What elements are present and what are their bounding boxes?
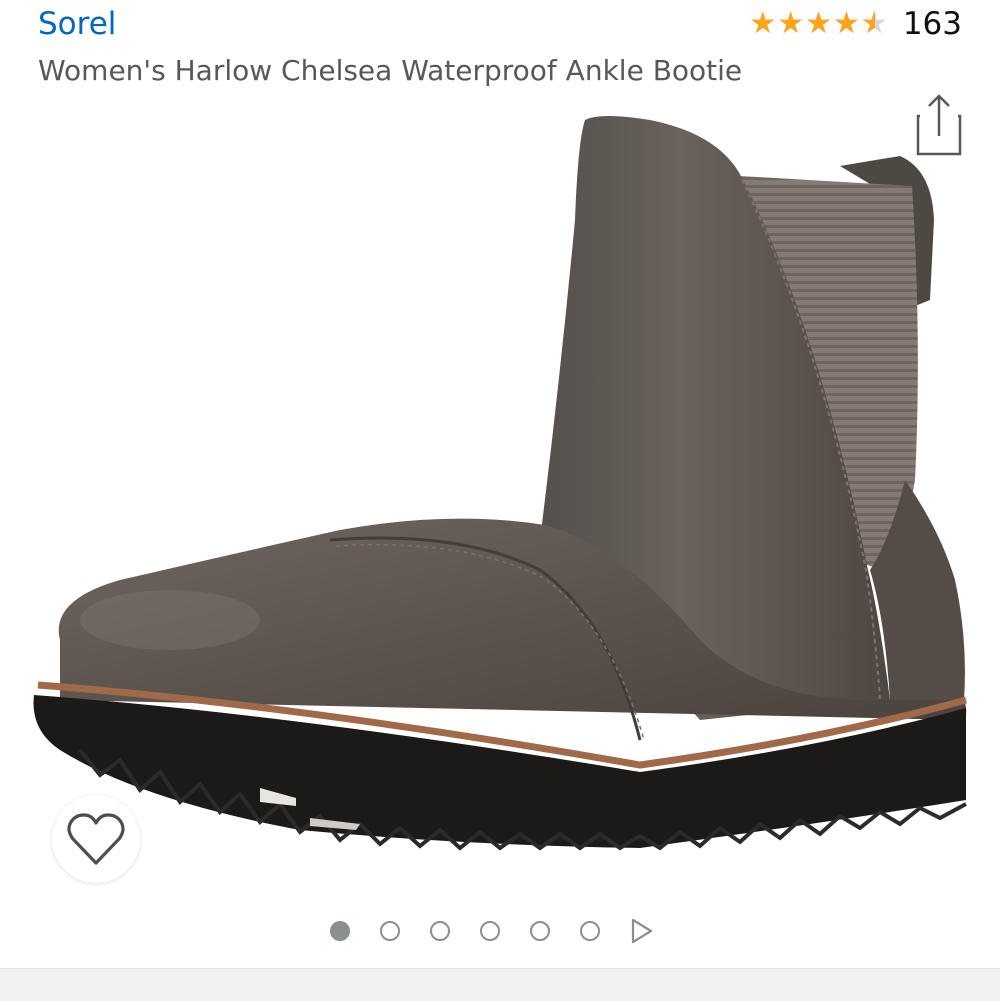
product-title: Women's Harlow Chelsea Waterproof Ankle … bbox=[38, 54, 743, 87]
brand-link[interactable]: Sorel bbox=[38, 6, 116, 42]
wishlist-button[interactable] bbox=[52, 795, 140, 883]
star-rating: ★★★★★ ★★★★★ bbox=[749, 6, 888, 42]
carousel-dot-3[interactable] bbox=[430, 921, 450, 941]
carousel-dot-2[interactable] bbox=[380, 921, 400, 941]
stars-filled: ★★★★★ bbox=[749, 6, 875, 41]
heart-outline-icon bbox=[67, 813, 125, 865]
carousel-dot-4[interactable] bbox=[480, 921, 500, 941]
rating-count[interactable]: 163 bbox=[903, 6, 962, 42]
carousel-dot-6[interactable] bbox=[580, 921, 600, 941]
carousel-dot-5[interactable] bbox=[530, 921, 550, 941]
play-triangle-icon[interactable] bbox=[630, 918, 654, 944]
image-carousel-indicator bbox=[330, 918, 654, 944]
carousel-dot-1[interactable] bbox=[330, 921, 350, 941]
product-image[interactable] bbox=[0, 100, 1000, 900]
section-divider bbox=[0, 968, 1000, 1001]
rating-summary[interactable]: ★★★★★ ★★★★★ 163 bbox=[749, 6, 962, 42]
